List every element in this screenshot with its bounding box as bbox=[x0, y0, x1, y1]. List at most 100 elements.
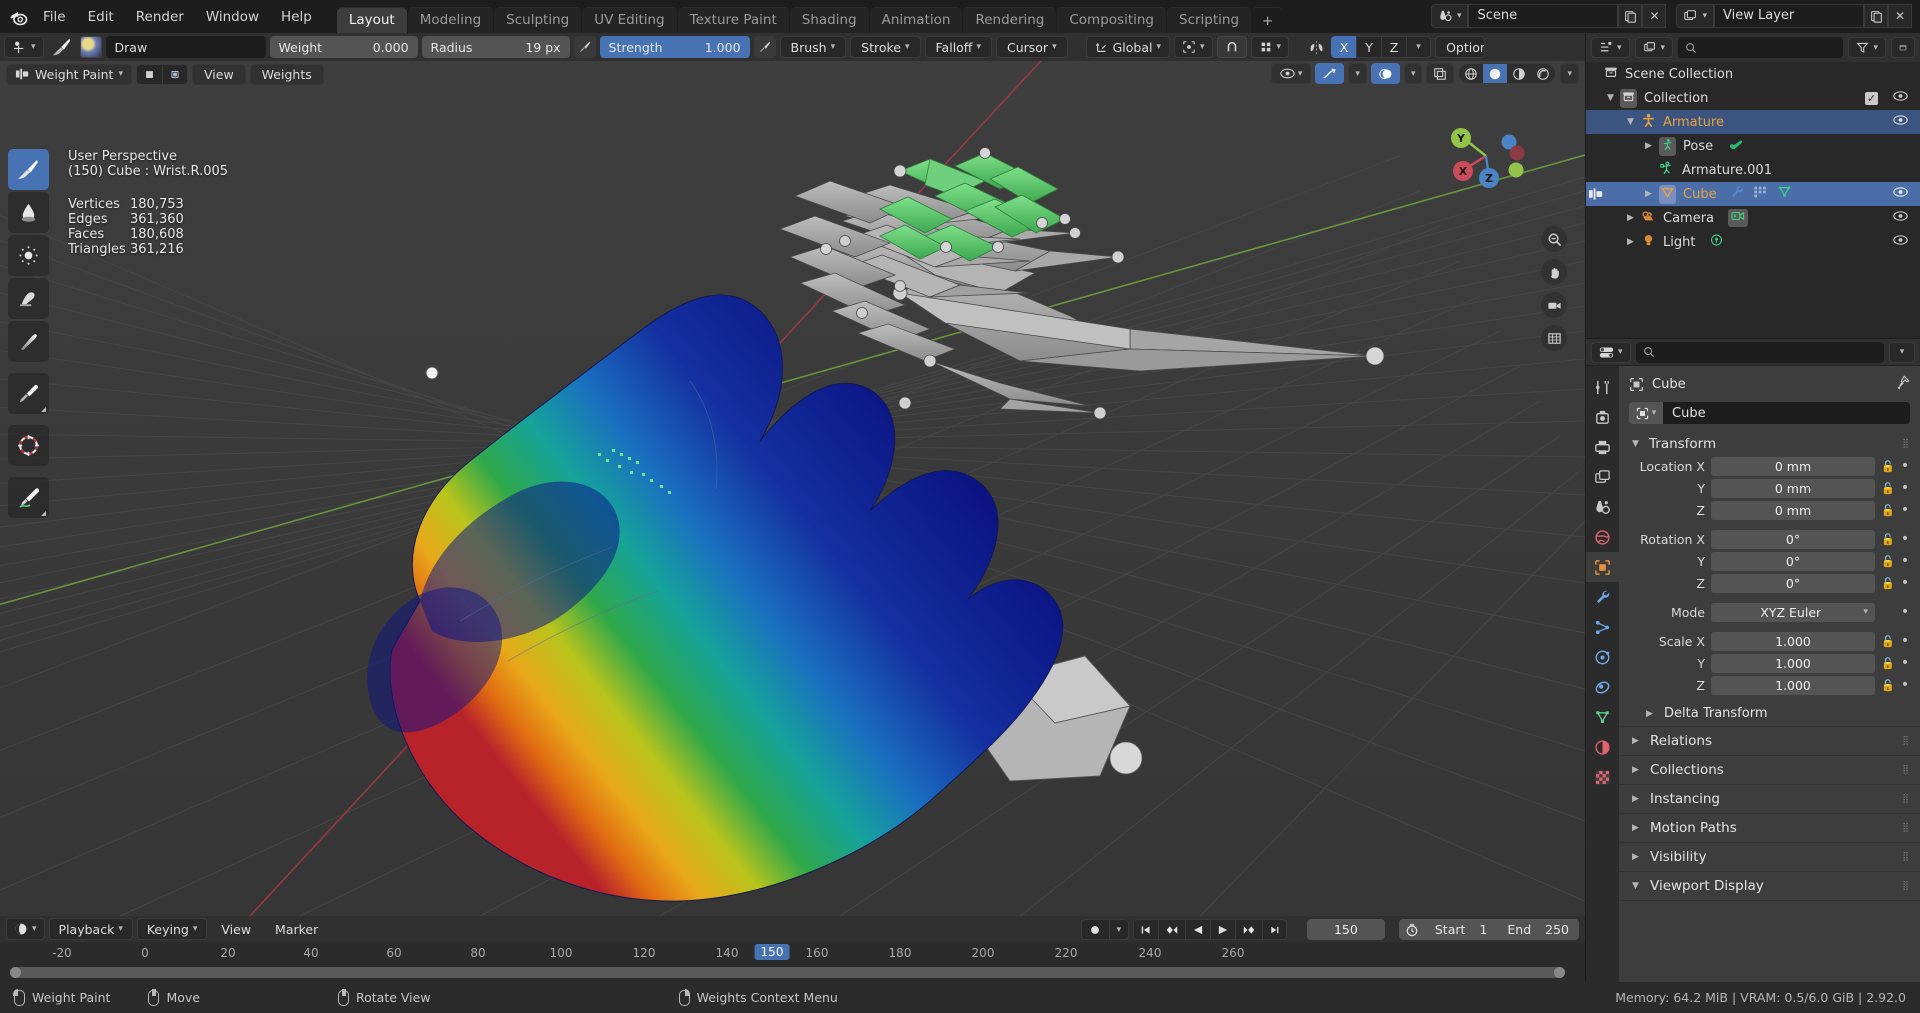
brush-name-field[interactable]: Draw bbox=[105, 36, 266, 58]
gradient-tool[interactable] bbox=[8, 321, 49, 362]
keying-menu[interactable]: Keying ▾ bbox=[136, 918, 208, 940]
modifier-wrench-icon[interactable] bbox=[1729, 185, 1744, 203]
smear-tool[interactable] bbox=[8, 278, 49, 319]
gizmo-axis-z[interactable]: Z bbox=[1479, 168, 1499, 188]
transform-panel-header[interactable]: ▼ Transform ⣿ bbox=[1619, 432, 1920, 456]
render-tab[interactable] bbox=[1586, 402, 1619, 432]
tab-sculpting[interactable]: Sculpting bbox=[494, 7, 582, 33]
hide-in-viewport-icon[interactable] bbox=[1893, 186, 1908, 202]
lock-icon[interactable]: 🔓 bbox=[1881, 504, 1895, 517]
tab-texture-paint[interactable]: Texture Paint bbox=[677, 7, 789, 33]
animate-property-dot[interactable]: • bbox=[1900, 605, 1910, 619]
weight-slider[interactable]: Weight 0.000 bbox=[269, 36, 418, 58]
falloff-menu[interactable]: Falloff ▾ bbox=[924, 36, 992, 58]
view-layer-name-field[interactable]: View Layer bbox=[1714, 4, 1864, 28]
disclosure-triangle-icon[interactable]: ▶ bbox=[1629, 765, 1642, 775]
solid-shading-button[interactable] bbox=[1483, 64, 1508, 83]
scale-x-field[interactable]: 1.000 bbox=[1711, 631, 1875, 651]
timeline-editor[interactable]: ▾ Playback ▾ Keying ▾ View Marker ▾ 150 … bbox=[0, 916, 1585, 982]
play-button[interactable] bbox=[1209, 919, 1235, 940]
symmetry-z-button[interactable]: Z bbox=[1381, 36, 1407, 58]
animate-property-dot[interactable]: • bbox=[1900, 532, 1910, 546]
symmetry-x-button[interactable]: X bbox=[1331, 36, 1357, 58]
tab-animation[interactable]: Animation bbox=[869, 7, 963, 33]
menu-window[interactable]: Window bbox=[195, 6, 270, 28]
overlays-options-dropdown[interactable]: ▾ bbox=[1403, 63, 1423, 84]
hide-in-viewport-icon[interactable] bbox=[1893, 234, 1908, 250]
physics-tab[interactable] bbox=[1586, 642, 1619, 672]
outliner-search-input[interactable] bbox=[1678, 37, 1844, 58]
menu-help[interactable]: Help bbox=[270, 6, 323, 28]
outliner-row-camera[interactable]: ▶ Camera bbox=[1586, 206, 1920, 230]
cursor-menu[interactable]: Cursor ▾ bbox=[995, 36, 1068, 58]
disclosure-triangle-icon[interactable]: ▶ bbox=[1629, 736, 1642, 746]
rendered-shading-button[interactable] bbox=[1531, 64, 1555, 83]
rotation-mode-dropdown[interactable]: XYZ Euler ▾ bbox=[1711, 602, 1875, 622]
new-view-layer-button[interactable] bbox=[1864, 4, 1888, 28]
panel-drag-grip[interactable]: ⣿ bbox=[1902, 794, 1910, 803]
radius-slider[interactable]: Radius 19 px bbox=[421, 36, 570, 58]
annotate-tool[interactable] bbox=[8, 477, 49, 518]
object-tab[interactable] bbox=[1586, 552, 1619, 582]
strength-slider[interactable]: Strength 1.000 bbox=[599, 36, 750, 58]
outliner-filter-dropdown[interactable]: ▾ bbox=[1848, 37, 1886, 58]
lock-icon[interactable]: 🔓 bbox=[1881, 482, 1895, 495]
material-tab[interactable] bbox=[1586, 732, 1619, 762]
delta-transform-subpanel[interactable]: ▶ Delta Transform bbox=[1619, 701, 1920, 726]
symmetry-options-dropdown[interactable]: ▾ bbox=[1406, 36, 1432, 58]
scene-tab[interactable] bbox=[1586, 492, 1619, 522]
gizmo-toggle[interactable] bbox=[1315, 63, 1345, 84]
outliner-display-mode-dropdown[interactable]: ▾ bbox=[1591, 37, 1630, 58]
disclosure-triangle-icon[interactable]: ▶ bbox=[1643, 709, 1656, 719]
disclosure-triangle-icon[interactable]: ▶ bbox=[1629, 823, 1642, 833]
strength-pressure-toggle[interactable] bbox=[753, 36, 776, 58]
properties-editor-type-dropdown[interactable]: ▾ bbox=[1591, 341, 1631, 363]
panel-drag-grip[interactable]: ⣿ bbox=[1902, 736, 1910, 745]
tab-layout[interactable]: Layout bbox=[336, 7, 407, 33]
collection-checkbox[interactable]: ✓ bbox=[1865, 91, 1878, 105]
properties-editor[interactable]: ▾ ▾ Cube ▾ Cube ▼ Transform ⣿ Location X… bbox=[1586, 339, 1920, 982]
menu-file[interactable]: File bbox=[32, 6, 77, 28]
animate-property-dot[interactable]: • bbox=[1900, 459, 1910, 473]
rotation-x-field[interactable]: 0° bbox=[1711, 529, 1875, 549]
average-tool[interactable] bbox=[8, 235, 49, 276]
face-mask-toggle[interactable] bbox=[162, 63, 188, 85]
mode-selector-dropdown[interactable]: Weight Paint ▾ bbox=[6, 63, 132, 85]
relations-panel[interactable]: ▶ Relations ⣿ bbox=[1619, 727, 1920, 756]
animate-property-dot[interactable]: • bbox=[1900, 554, 1910, 568]
visibility-panel[interactable]: ▶ Visibility ⣿ bbox=[1619, 843, 1920, 872]
vertex-mask-toggle[interactable] bbox=[136, 63, 162, 85]
visibility-dropdown[interactable]: ▾ bbox=[1270, 63, 1312, 84]
outliner-row-pose[interactable]: ▶ Pose bbox=[1586, 134, 1920, 158]
outliner-filter-id-dropdown[interactable]: ▾ bbox=[1634, 37, 1674, 58]
gizmo-axis-x[interactable]: X bbox=[1453, 161, 1473, 181]
outliner-row-scene-collection[interactable]: Scene Collection bbox=[1586, 62, 1920, 86]
delete-view-layer-button[interactable]: ✕ bbox=[1888, 4, 1912, 28]
output-tab[interactable] bbox=[1586, 432, 1619, 462]
disclosure-triangle-icon[interactable]: ▼ bbox=[1604, 93, 1617, 103]
sample-weight-eyedropper-tool[interactable] bbox=[8, 373, 49, 414]
object-name-field[interactable]: ▾ Cube bbox=[1629, 402, 1910, 424]
outliner-row-collection[interactable]: ▼ Collection ✓ bbox=[1586, 86, 1920, 110]
object-browse-icon[interactable]: ▾ bbox=[1629, 402, 1663, 424]
disclosure-triangle-icon[interactable]: ▶ bbox=[1642, 141, 1655, 151]
delete-scene-button[interactable]: ✕ bbox=[1642, 4, 1667, 28]
tab-uv-editing[interactable]: UV Editing bbox=[582, 7, 677, 33]
menu-edit[interactable]: Edit bbox=[77, 6, 125, 28]
object-name-value[interactable]: Cube bbox=[1663, 402, 1910, 424]
location-y-field[interactable]: 0 mm bbox=[1711, 478, 1875, 498]
stroke-menu[interactable]: Stroke ▾ bbox=[850, 36, 921, 58]
play-reverse-button[interactable] bbox=[1184, 919, 1210, 940]
object-data-tab[interactable] bbox=[1586, 702, 1619, 732]
3d-viewport[interactable]: Weight Paint ▾ View Weights ▾ ▾ ▾ ▾ User… bbox=[0, 61, 1585, 916]
properties-search-input[interactable] bbox=[1635, 341, 1884, 363]
gizmo-options-dropdown[interactable]: ▾ bbox=[1348, 63, 1367, 84]
pin-icon[interactable] bbox=[1895, 375, 1910, 394]
animate-property-dot[interactable]: • bbox=[1900, 678, 1910, 692]
frame-end-field[interactable]: End 250 bbox=[1497, 919, 1579, 940]
disclosure-triangle-icon[interactable]: ▶ bbox=[1624, 237, 1637, 247]
light-data-icon[interactable] bbox=[1709, 233, 1724, 251]
disclosure-triangle-icon[interactable]: ▶ bbox=[1642, 189, 1655, 199]
pivot-point-dropdown[interactable]: ▾ bbox=[1174, 36, 1213, 58]
modifier-tab[interactable] bbox=[1586, 582, 1619, 612]
